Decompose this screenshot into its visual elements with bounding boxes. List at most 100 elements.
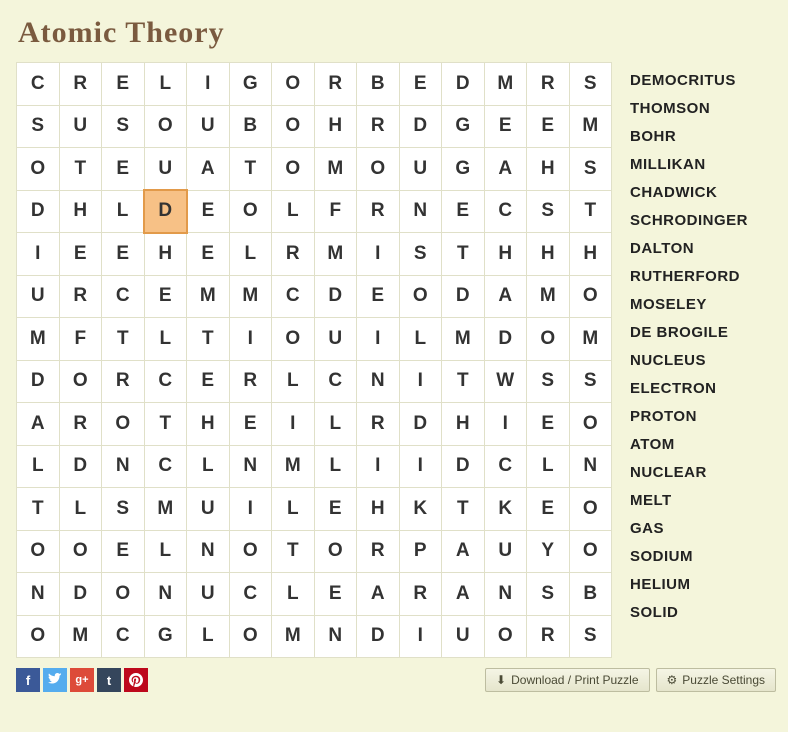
grid-cell[interactable]: R <box>527 63 570 106</box>
grid-cell[interactable]: E <box>187 233 230 276</box>
grid-cell[interactable]: E <box>357 275 400 318</box>
grid-cell[interactable]: S <box>102 488 145 531</box>
grid-cell[interactable]: H <box>442 403 485 446</box>
grid-cell[interactable]: R <box>357 190 400 233</box>
grid-cell[interactable]: E <box>442 190 485 233</box>
grid-cell[interactable]: E <box>144 275 187 318</box>
grid-cell[interactable]: I <box>399 360 442 403</box>
grid-cell[interactable]: I <box>357 445 400 488</box>
grid-cell[interactable]: O <box>59 360 102 403</box>
grid-cell[interactable]: U <box>484 530 527 573</box>
grid-cell[interactable]: R <box>59 403 102 446</box>
grid-cell[interactable]: H <box>527 233 570 276</box>
grid-cell[interactable]: E <box>314 488 357 531</box>
grid-cell[interactable]: L <box>314 403 357 446</box>
grid-cell[interactable]: O <box>272 148 315 191</box>
grid-cell[interactable]: N <box>484 573 527 616</box>
grid-cell[interactable]: N <box>229 445 272 488</box>
grid-cell[interactable]: L <box>144 530 187 573</box>
grid-cell[interactable]: U <box>187 105 230 148</box>
grid-cell[interactable]: D <box>442 63 485 106</box>
grid-cell[interactable]: S <box>527 190 570 233</box>
grid-cell[interactable]: O <box>102 403 145 446</box>
grid-cell[interactable]: R <box>357 403 400 446</box>
grid-cell[interactable]: O <box>229 530 272 573</box>
grid-cell[interactable]: O <box>569 403 612 446</box>
grid-cell[interactable]: O <box>17 615 60 658</box>
grid-cell[interactable]: G <box>144 615 187 658</box>
grid-cell[interactable]: A <box>357 573 400 616</box>
grid-cell[interactable]: E <box>187 190 230 233</box>
grid-cell[interactable]: E <box>484 105 527 148</box>
grid-cell[interactable]: T <box>144 403 187 446</box>
grid-cell[interactable]: O <box>357 148 400 191</box>
grid-cell[interactable]: D <box>399 105 442 148</box>
grid-cell[interactable]: H <box>484 233 527 276</box>
grid-cell[interactable]: E <box>527 403 570 446</box>
grid-cell[interactable]: E <box>102 148 145 191</box>
grid-cell[interactable]: S <box>17 105 60 148</box>
download-print-button[interactable]: ⬇ Download / Print Puzzle <box>485 668 649 692</box>
grid-cell[interactable]: O <box>569 488 612 531</box>
grid-cell[interactable]: U <box>59 105 102 148</box>
grid-cell[interactable]: A <box>187 148 230 191</box>
grid-cell[interactable]: I <box>272 403 315 446</box>
grid-cell[interactable]: E <box>187 360 230 403</box>
puzzle-settings-button[interactable]: ⚙ Puzzle Settings <box>656 668 776 692</box>
grid-cell[interactable]: U <box>187 573 230 616</box>
grid-cell[interactable]: M <box>59 615 102 658</box>
googleplus-icon[interactable]: g+ <box>70 668 94 692</box>
facebook-icon[interactable]: f <box>16 668 40 692</box>
grid-cell[interactable]: D <box>484 318 527 361</box>
grid-cell[interactable]: O <box>399 275 442 318</box>
grid-cell[interactable]: D <box>17 190 60 233</box>
grid-cell[interactable]: D <box>144 190 187 233</box>
grid-cell[interactable]: R <box>399 573 442 616</box>
pinterest-icon[interactable] <box>124 668 148 692</box>
grid-cell[interactable]: N <box>399 190 442 233</box>
grid-cell[interactable]: I <box>229 488 272 531</box>
grid-cell[interactable]: C <box>102 615 145 658</box>
grid-cell[interactable]: D <box>442 275 485 318</box>
grid-cell[interactable]: S <box>569 148 612 191</box>
grid-cell[interactable]: G <box>229 63 272 106</box>
grid-cell[interactable]: S <box>569 360 612 403</box>
grid-cell[interactable]: F <box>314 190 357 233</box>
grid-cell[interactable]: T <box>272 530 315 573</box>
grid-cell[interactable]: D <box>442 445 485 488</box>
grid-cell[interactable]: M <box>272 615 315 658</box>
grid-cell[interactable]: H <box>59 190 102 233</box>
grid-cell[interactable]: A <box>484 148 527 191</box>
grid-cell[interactable]: O <box>59 530 102 573</box>
grid-cell[interactable]: H <box>187 403 230 446</box>
grid-cell[interactable]: T <box>17 488 60 531</box>
grid-cell[interactable]: N <box>187 530 230 573</box>
grid-cell[interactable]: O <box>527 318 570 361</box>
grid-cell[interactable]: O <box>569 530 612 573</box>
grid-cell[interactable]: K <box>484 488 527 531</box>
grid-cell[interactable]: M <box>17 318 60 361</box>
grid-cell[interactable]: O <box>272 105 315 148</box>
grid-cell[interactable]: E <box>102 530 145 573</box>
grid-cell[interactable]: S <box>569 63 612 106</box>
grid-cell[interactable]: R <box>59 275 102 318</box>
grid-cell[interactable]: I <box>399 445 442 488</box>
grid-cell[interactable]: O <box>229 190 272 233</box>
grid-cell[interactable]: U <box>187 488 230 531</box>
grid-cell[interactable]: D <box>17 360 60 403</box>
grid-cell[interactable]: L <box>187 615 230 658</box>
grid-cell[interactable]: E <box>102 63 145 106</box>
grid-cell[interactable]: M <box>144 488 187 531</box>
grid-cell[interactable]: A <box>484 275 527 318</box>
grid-cell[interactable]: H <box>144 233 187 276</box>
grid-cell[interactable]: L <box>17 445 60 488</box>
grid-cell[interactable]: T <box>442 360 485 403</box>
grid-cell[interactable]: L <box>272 360 315 403</box>
grid-cell[interactable]: N <box>357 360 400 403</box>
grid-cell[interactable]: A <box>442 530 485 573</box>
grid-cell[interactable]: N <box>144 573 187 616</box>
grid-cell[interactable]: C <box>314 360 357 403</box>
grid-cell[interactable]: O <box>484 615 527 658</box>
grid-cell[interactable]: I <box>399 615 442 658</box>
grid-cell[interactable]: S <box>569 615 612 658</box>
